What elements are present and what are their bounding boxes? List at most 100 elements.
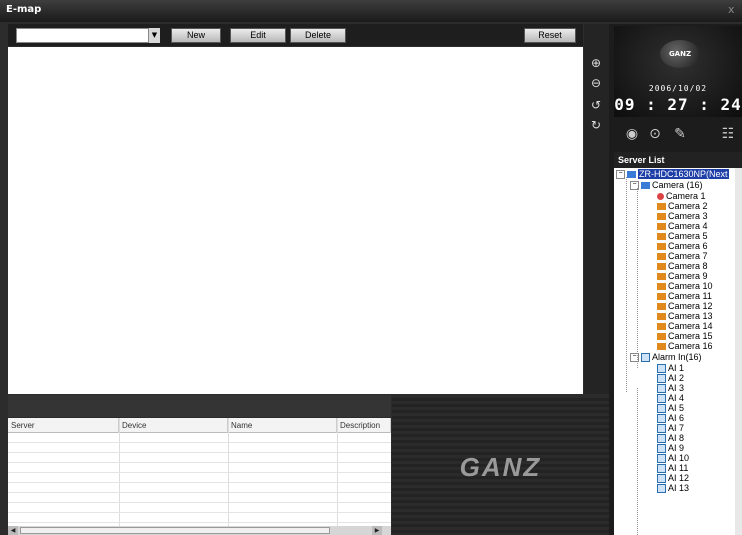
camera-group-node[interactable]: − Camera (16): [630, 180, 703, 191]
table-row[interactable]: [8, 463, 391, 473]
table-row[interactable]: [8, 473, 391, 483]
alarm-input-icon: [657, 404, 666, 414]
alarm-item[interactable]: AI 4: [657, 393, 684, 404]
camera-item[interactable]: Camera 14: [657, 321, 713, 331]
camera-icon: [657, 253, 666, 261]
server-list-header: Server List: [614, 152, 742, 168]
alarm-item[interactable]: AI 13: [657, 483, 689, 494]
table-row[interactable]: [8, 483, 391, 493]
server-tree[interactable]: − ZR-HDC1630NP(Next − Camera (16) Camera 1…: [614, 168, 742, 535]
alarm-group-icon: [641, 353, 650, 363]
alarm-item[interactable]: AI 2: [657, 373, 684, 384]
column-header-server[interactable]: Server: [8, 418, 119, 433]
ganz-logo: GANZ: [459, 452, 542, 482]
camera-item[interactable]: Camera 7: [657, 251, 708, 261]
camera-icon: [657, 283, 666, 291]
camera-item[interactable]: Camera 15: [657, 331, 713, 341]
table-row[interactable]: [8, 443, 391, 453]
alarm-item[interactable]: AI 12: [657, 473, 689, 484]
time-display: 09 : 27 : 24: [614, 95, 742, 114]
alarm-item[interactable]: AI 5: [657, 403, 684, 414]
camera-icon: [657, 303, 666, 311]
close-icon[interactable]: x: [728, 3, 735, 16]
camera-item[interactable]: Camera 2: [657, 201, 708, 211]
server-icon: [627, 171, 636, 179]
camera-icon: [657, 203, 666, 211]
camera-item[interactable]: Camera 5: [657, 231, 708, 241]
alarm-input-icon: [657, 374, 666, 384]
edit-button[interactable]: Edit: [230, 28, 286, 43]
camera-item[interactable]: Camera 4: [657, 221, 708, 231]
camera-item[interactable]: Camera 6: [657, 241, 708, 251]
camera-item[interactable]: Camera 12: [657, 301, 713, 311]
map-canvas[interactable]: [8, 47, 583, 394]
zoom-out-icon[interactable]: ⊖: [589, 76, 603, 90]
rotate-left-icon[interactable]: ↺: [589, 98, 603, 112]
delete-button[interactable]: Delete: [290, 28, 346, 43]
server-label: ZR-HDC1630NP(Next: [638, 169, 729, 179]
dropdown-arrow-icon[interactable]: ▼: [148, 28, 160, 43]
zoom-in-icon[interactable]: ⊕: [589, 56, 603, 70]
camera-item[interactable]: Camera 1: [657, 191, 706, 201]
table-row[interactable]: [8, 453, 391, 463]
search-icon[interactable]: ⊙: [645, 124, 665, 144]
camera-view-icon[interactable]: ◉: [622, 124, 642, 144]
camera-icon: [657, 313, 666, 321]
alarm-input-icon: [657, 384, 666, 394]
scrollbar-thumb[interactable]: [20, 527, 330, 534]
event-table[interactable]: Server Device Name Description: [8, 418, 391, 526]
collapse-icon[interactable]: −: [616, 170, 625, 180]
alarm-input-icon: [657, 394, 666, 404]
camera-item[interactable]: Camera 16: [657, 341, 713, 351]
brand-globe-logo: GANZ: [660, 40, 700, 68]
table-row[interactable]: [8, 433, 391, 443]
alarm-item[interactable]: AI 3: [657, 383, 684, 394]
table-row[interactable]: [8, 493, 391, 503]
camera-item[interactable]: Camera 9: [657, 271, 708, 281]
column-header-description[interactable]: Description: [337, 418, 391, 433]
collapse-icon[interactable]: −: [630, 181, 639, 191]
camera-item[interactable]: Camera 3: [657, 211, 708, 221]
camera-item[interactable]: Camera 8: [657, 261, 708, 271]
table-row[interactable]: [8, 513, 391, 523]
date-display: 2006/10/02: [648, 84, 708, 93]
alarm-input-icon: [657, 444, 666, 454]
alarm-group-node[interactable]: − Alarm In(16): [630, 352, 702, 363]
table-row[interactable]: [8, 503, 391, 513]
network-icon[interactable]: ☷: [718, 124, 738, 144]
title-bar: E-map x: [0, 0, 742, 22]
alarm-input-icon: [657, 414, 666, 424]
camera-group-icon: [641, 182, 650, 190]
scroll-right-icon[interactable]: ▶: [372, 526, 382, 535]
camera-icon: [657, 243, 666, 251]
camera-item[interactable]: Camera 10: [657, 281, 713, 291]
reset-button[interactable]: Reset: [524, 28, 576, 43]
alarm-input-icon: [657, 424, 666, 434]
scroll-left-icon[interactable]: ◀: [8, 526, 18, 535]
new-button[interactable]: New: [171, 28, 221, 43]
alarm-item[interactable]: AI 8: [657, 433, 684, 444]
window-title: E-map: [6, 4, 42, 15]
event-panel-topbar: [8, 395, 391, 417]
settings-wrench-icon[interactable]: ✎: [670, 124, 690, 144]
alarm-item[interactable]: AI 7: [657, 423, 684, 434]
alarm-item[interactable]: AI 10: [657, 453, 689, 464]
camera-icon: [657, 323, 666, 331]
collapse-icon[interactable]: −: [630, 353, 639, 363]
map-select-dropdown[interactable]: [16, 28, 160, 43]
column-header-name[interactable]: Name: [228, 418, 337, 433]
alarm-item[interactable]: AI 9: [657, 443, 684, 454]
alarm-item[interactable]: AI 6: [657, 413, 684, 424]
rotate-right-icon[interactable]: ↻: [589, 118, 603, 132]
camera-item[interactable]: Camera 11: [657, 291, 712, 301]
camera-icon: [657, 233, 666, 241]
camera-icon: [657, 223, 666, 231]
camera-item[interactable]: Camera 13: [657, 311, 713, 321]
alarm-item[interactable]: AI 11: [657, 463, 688, 474]
alarm-item[interactable]: AI 1: [657, 363, 684, 374]
server-node[interactable]: − ZR-HDC1630NP(Next: [616, 169, 729, 180]
column-header-device[interactable]: Device: [119, 418, 228, 433]
tree-scrollbar[interactable]: [735, 168, 742, 535]
camera-icon: [657, 343, 666, 351]
camera-icon: [657, 333, 666, 341]
